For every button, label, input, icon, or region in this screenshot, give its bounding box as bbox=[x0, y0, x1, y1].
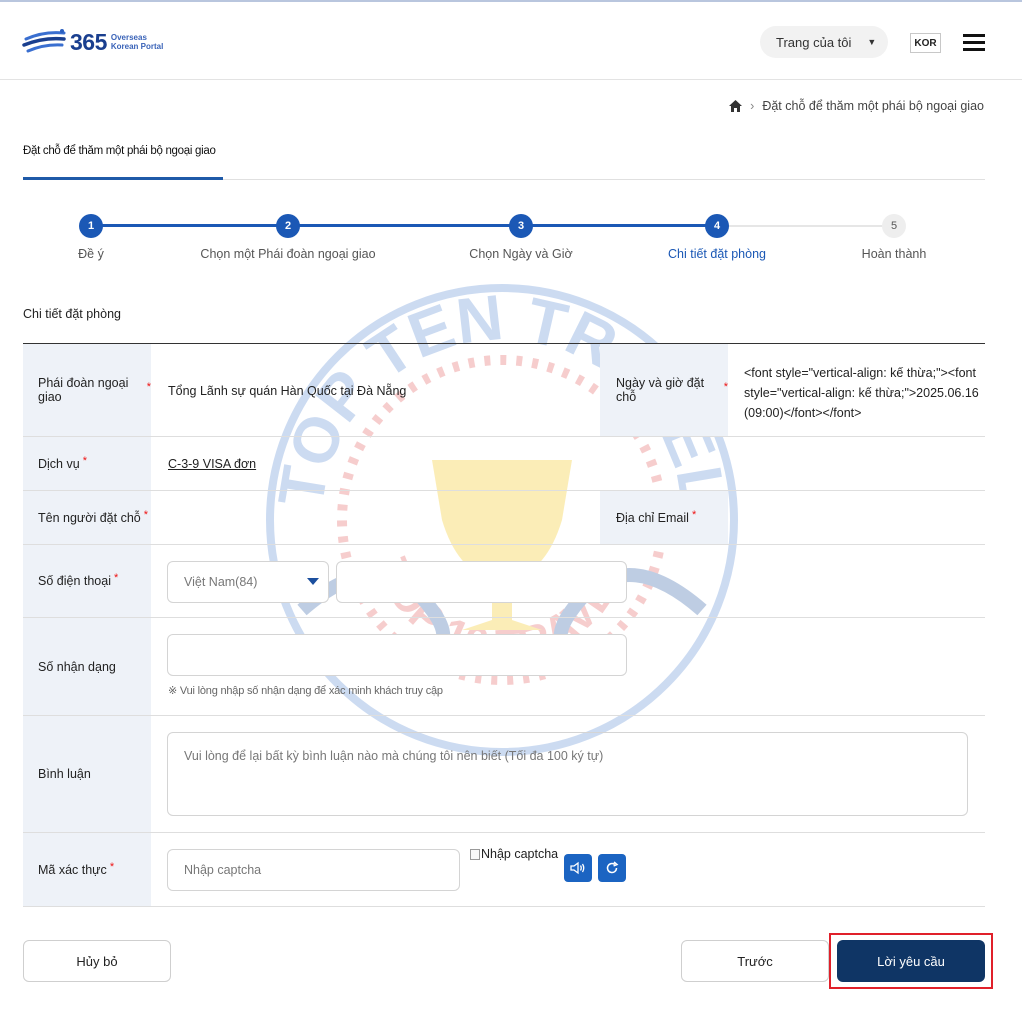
required-mark: * bbox=[723, 381, 728, 393]
row-mission-datetime: Phái đoàn ngoại giao * Tổng Lãnh sự quán … bbox=[23, 344, 985, 437]
required-mark: * bbox=[691, 508, 697, 521]
captcha-label-text: Mã xác thực bbox=[38, 862, 107, 877]
datetime-value: <font style="vertical-align: kế thừa;"><… bbox=[744, 366, 979, 420]
page-tab[interactable]: Đặt chỗ để thăm một phái bộ ngoại giao bbox=[23, 145, 216, 157]
phone-country-select[interactable]: Việt Nam(84) bbox=[167, 561, 329, 603]
row-id-number: Số nhận dạng ※ Vui lòng nhập số nhận dạn… bbox=[23, 618, 985, 716]
phone-label: Số điện thoại * bbox=[23, 545, 151, 617]
step-5-label: Hoàn thành bbox=[861, 247, 927, 261]
name-label-text: Tên người đặt chỗ bbox=[38, 510, 141, 525]
step-5-dot: 5 bbox=[882, 214, 906, 238]
required-mark: * bbox=[82, 454, 87, 467]
cancel-button[interactable]: Hủy bỏ bbox=[23, 940, 171, 982]
logo-line1: Overseas bbox=[110, 33, 147, 42]
speaker-icon bbox=[570, 861, 585, 875]
step-3-label: Chọn Ngày và Giờ bbox=[469, 247, 573, 261]
phone-number-input[interactable] bbox=[336, 561, 627, 603]
step-1-label: Đề ý bbox=[78, 247, 104, 261]
mypage-dropdown[interactable]: Trang của tôi ▼ bbox=[760, 26, 888, 58]
prev-button[interactable]: Trước bbox=[681, 940, 829, 982]
comment-textarea[interactable]: Vui lòng để lại bất kỳ bình luận nào mà … bbox=[167, 732, 968, 816]
breadcrumb: › Đặt chỗ để thăm một phái bộ ngoại giao bbox=[729, 99, 984, 113]
logo-wave-icon bbox=[22, 29, 66, 53]
logo[interactable]: 365 Overseas Korean Portal bbox=[22, 26, 163, 58]
step-progress-line bbox=[91, 224, 717, 227]
captcha-label: Mã xác thực * bbox=[23, 833, 151, 906]
id-label: Số nhận dạng bbox=[23, 618, 151, 715]
breadcrumb-current[interactable]: Đặt chỗ để thăm một phái bộ ngoại giao bbox=[762, 99, 984, 113]
step-3-dot: 3 bbox=[509, 214, 533, 238]
phone-country-value: Việt Nam(84) bbox=[184, 575, 258, 589]
captcha-refresh-button[interactable] bbox=[598, 854, 626, 882]
step-remaining-line bbox=[717, 225, 894, 227]
section-title: Chi tiết đặt phòng bbox=[23, 307, 121, 321]
datetime-label: Ngày và giờ đặt chỗ * bbox=[600, 344, 728, 436]
id-hint: ※ Vui lòng nhập số nhận dạng để xác minh… bbox=[168, 685, 443, 697]
dropdown-arrow-icon bbox=[307, 578, 319, 585]
id-number-input[interactable] bbox=[167, 634, 627, 676]
step-1-dot: 1 bbox=[79, 214, 103, 238]
step-2-label: Chọn một Phái đoàn ngoại giao bbox=[200, 247, 376, 261]
logo-subtitle: Overseas Korean Portal bbox=[111, 33, 163, 51]
captcha-image-alt: Nhập captcha bbox=[481, 847, 559, 861]
captcha-input[interactable]: Nhập captcha bbox=[167, 849, 460, 891]
service-label: Dịch vụ * bbox=[23, 437, 151, 490]
captcha-audio-button[interactable] bbox=[564, 854, 592, 882]
logo-line2: Korean Portal bbox=[110, 42, 164, 51]
email-label-text: Địa chỉ Email bbox=[616, 510, 689, 525]
logo-number: 365 bbox=[70, 28, 107, 55]
service-label-text: Dịch vụ bbox=[38, 456, 80, 471]
tab-active-underline bbox=[23, 177, 223, 180]
email-label: Địa chỉ Email * bbox=[600, 491, 728, 544]
row-captcha: Mã xác thực * Nhập captcha Nhập captcha bbox=[23, 833, 985, 907]
step-4-label: Chi tiết đặt phòng bbox=[668, 247, 766, 261]
row-phone: Số điện thoại * Việt Nam(84) bbox=[23, 545, 985, 618]
chevron-right-icon: › bbox=[750, 99, 755, 113]
comment-label: Bình luận bbox=[23, 716, 151, 832]
caret-down-icon: ▼ bbox=[867, 37, 877, 47]
row-comment: Bình luận Vui lòng để lại bất kỳ bình lu… bbox=[23, 716, 985, 833]
step-2-dot: 2 bbox=[276, 214, 300, 238]
required-mark: * bbox=[113, 572, 119, 584]
language-button[interactable]: KOR bbox=[910, 33, 941, 53]
step-4-dot: 4 bbox=[705, 214, 729, 238]
mission-label: Phái đoàn ngoại giao * bbox=[23, 344, 151, 436]
home-icon[interactable] bbox=[729, 100, 743, 112]
service-link[interactable]: C-3-9 VISA đơn bbox=[168, 457, 256, 471]
site-header: 365 Overseas Korean Portal Trang của tôi… bbox=[0, 2, 1022, 80]
highlight-box bbox=[829, 933, 993, 989]
captcha-image: Nhập captcha bbox=[470, 847, 558, 861]
row-service: Dịch vụ * C-3-9 VISA đơn bbox=[23, 437, 985, 491]
mission-value: Tổng Lãnh sự quán Hàn Quốc tại Đà Nẵng bbox=[168, 384, 407, 398]
row-name-email: Tên người đặt chỗ * Địa chỉ Email * bbox=[23, 491, 985, 545]
datetime-label-text: Ngày và giờ đặt chỗ bbox=[616, 376, 705, 404]
booking-details-table: Phái đoàn ngoại giao * Tổng Lãnh sự quán … bbox=[23, 343, 985, 907]
phone-label-text: Số điện thoại bbox=[38, 574, 111, 588]
mypage-label: Trang của tôi bbox=[776, 34, 852, 50]
menu-icon[interactable] bbox=[963, 34, 985, 51]
refresh-icon bbox=[606, 861, 619, 874]
required-mark: * bbox=[143, 508, 149, 521]
mission-label-text: Phái đoàn ngoại giao bbox=[38, 376, 129, 404]
name-label: Tên người đặt chỗ * bbox=[23, 491, 151, 544]
required-mark: * bbox=[146, 381, 151, 393]
required-mark: * bbox=[109, 860, 115, 873]
broken-image-icon bbox=[470, 848, 480, 860]
